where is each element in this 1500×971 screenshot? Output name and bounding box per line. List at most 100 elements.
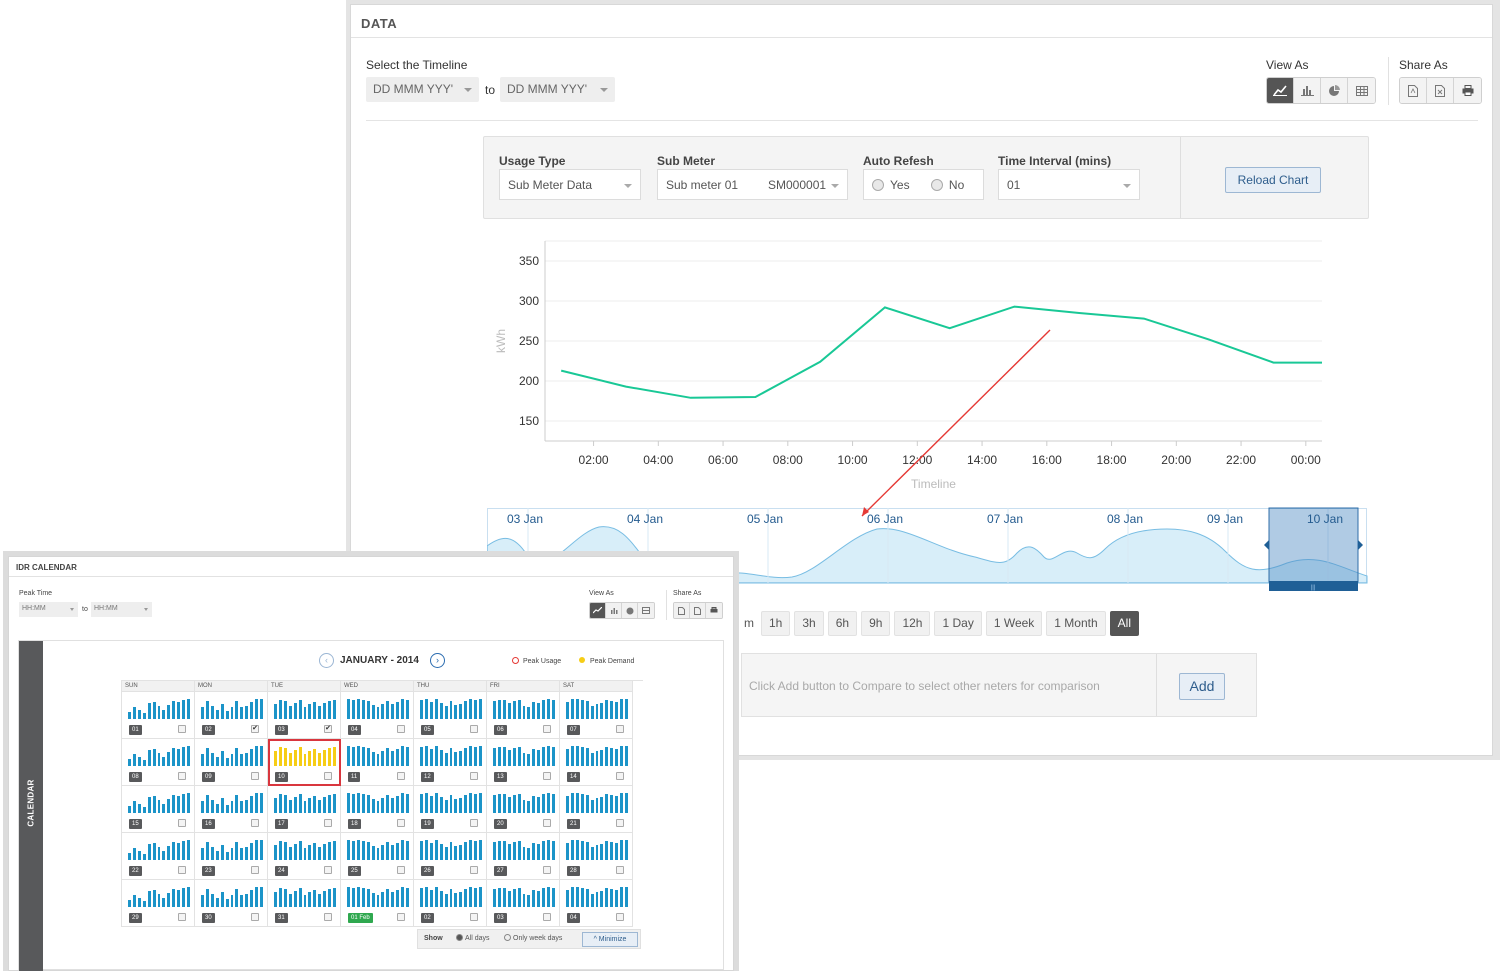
calendar-share-excel-button[interactable] <box>690 603 706 618</box>
auto-refresh-no-option[interactable]: No <box>930 178 964 192</box>
calendar-day-cell[interactable]: 02 ✔ <box>195 692 268 739</box>
day-checkbox[interactable] <box>470 913 478 921</box>
sub-meter-select[interactable]: Sub meter 01 SM000001 <box>657 169 848 200</box>
range-button[interactable]: 1h <box>761 611 791 636</box>
week-days-option[interactable]: Only week days <box>504 934 562 942</box>
calendar-day-cell[interactable]: 31 <box>268 880 341 927</box>
peak-time-to-select[interactable]: HH:MM <box>91 602 152 617</box>
calendar-day-cell[interactable]: 20 <box>487 786 560 833</box>
calendar-share-pdf-button[interactable] <box>674 603 690 618</box>
day-checkbox[interactable] <box>470 819 478 827</box>
view-table-button[interactable] <box>1348 78 1375 103</box>
calendar-day-cell[interactable]: 01 <box>122 692 195 739</box>
calendar-day-cell[interactable]: 18 <box>341 786 414 833</box>
range-button[interactable]: 3h <box>794 611 824 636</box>
usage-type-select[interactable]: Sub Meter Data <box>499 169 641 200</box>
all-days-radio[interactable] <box>456 934 463 941</box>
calendar-day-cell[interactable]: 23 <box>195 833 268 880</box>
calendar-day-cell[interactable]: 27 <box>487 833 560 880</box>
calendar-day-cell[interactable]: 05 <box>414 692 487 739</box>
calendar-day-cell[interactable]: 10 <box>268 739 341 786</box>
day-checkbox[interactable] <box>251 772 259 780</box>
range-button[interactable]: All <box>1109 611 1139 636</box>
range-button[interactable]: 1 Month <box>1046 611 1106 636</box>
day-checkbox[interactable] <box>616 913 624 921</box>
calendar-day-cell[interactable]: 03 ✔ <box>268 692 341 739</box>
day-checkbox[interactable] <box>470 725 478 733</box>
day-checkbox[interactable] <box>324 913 332 921</box>
day-checkbox[interactable] <box>397 913 405 921</box>
calendar-day-cell[interactable]: 08 <box>122 739 195 786</box>
minimize-button[interactable]: ^ Minimize <box>582 932 638 947</box>
calendar-view-pie-button[interactable] <box>622 603 638 618</box>
calendar-day-cell[interactable]: 21 <box>560 786 633 833</box>
view-pie-chart-button[interactable] <box>1321 78 1348 103</box>
day-checkbox[interactable] <box>616 819 624 827</box>
day-checkbox[interactable] <box>397 866 405 874</box>
week-days-radio[interactable] <box>504 934 511 941</box>
share-excel-button[interactable] <box>1427 78 1454 103</box>
day-checkbox[interactable] <box>324 866 332 874</box>
calendar-share-print-button[interactable] <box>706 603 722 618</box>
day-checkbox[interactable]: ✔ <box>324 725 332 733</box>
peak-time-from-select[interactable]: HH:MM <box>19 602 78 617</box>
prev-month-button[interactable]: ‹ <box>319 653 334 668</box>
calendar-day-cell[interactable]: 04 <box>560 880 633 927</box>
day-checkbox[interactable] <box>251 819 259 827</box>
calendar-day-cell[interactable]: 07 <box>560 692 633 739</box>
calendar-day-cell[interactable]: 13 <box>487 739 560 786</box>
auto-refresh-yes-option[interactable]: Yes <box>872 178 910 192</box>
day-checkbox[interactable] <box>543 772 551 780</box>
calendar-day-cell[interactable]: 25 <box>341 833 414 880</box>
calendar-day-cell[interactable]: 01 Feb <box>341 880 414 927</box>
day-checkbox[interactable] <box>178 819 186 827</box>
day-checkbox[interactable] <box>251 913 259 921</box>
calendar-day-cell[interactable]: 26 <box>414 833 487 880</box>
day-checkbox[interactable] <box>543 725 551 733</box>
view-line-chart-button[interactable] <box>1267 78 1294 103</box>
range-button[interactable]: 6h <box>827 611 858 636</box>
all-days-option[interactable]: All days <box>456 934 490 942</box>
calendar-day-cell[interactable]: 17 <box>268 786 341 833</box>
timeline-to-select[interactable]: DD MMM YYY' <box>500 77 615 102</box>
day-checkbox[interactable] <box>324 772 332 780</box>
radio-yes[interactable] <box>872 179 884 191</box>
calendar-day-cell[interactable]: 29 <box>122 880 195 927</box>
calendar-view-table-button[interactable] <box>638 603 654 618</box>
day-checkbox[interactable] <box>178 772 186 780</box>
range-button[interactable]: 9h <box>861 611 891 636</box>
day-checkbox[interactable] <box>543 819 551 827</box>
day-checkbox[interactable] <box>178 866 186 874</box>
range-button[interactable]: 12h <box>894 611 931 636</box>
day-checkbox[interactable] <box>470 866 478 874</box>
day-checkbox[interactable] <box>616 866 624 874</box>
calendar-day-cell[interactable]: 12 <box>414 739 487 786</box>
calendar-view-bar-button[interactable] <box>606 603 622 618</box>
radio-no[interactable] <box>930 179 943 191</box>
calendar-day-cell[interactable]: 11 <box>341 739 414 786</box>
day-checkbox[interactable] <box>616 772 624 780</box>
timeline-from-select[interactable]: DD MMM YYY' <box>366 77 479 102</box>
calendar-day-cell[interactable]: 14 <box>560 739 633 786</box>
range-button[interactable]: m <box>741 611 757 636</box>
add-button[interactable]: Add <box>1179 673 1225 700</box>
day-checkbox[interactable] <box>543 913 551 921</box>
day-checkbox[interactable] <box>251 866 259 874</box>
calendar-side-tab[interactable]: CALENDAR <box>19 641 43 971</box>
calendar-day-cell[interactable]: 30 <box>195 880 268 927</box>
day-checkbox[interactable] <box>543 866 551 874</box>
day-checkbox[interactable] <box>397 772 405 780</box>
share-print-button[interactable] <box>1454 78 1481 103</box>
calendar-day-cell[interactable]: 15 <box>122 786 195 833</box>
calendar-day-cell[interactable]: 06 <box>487 692 560 739</box>
day-checkbox[interactable] <box>178 725 186 733</box>
day-checkbox[interactable] <box>616 725 624 733</box>
day-checkbox[interactable] <box>470 772 478 780</box>
time-interval-select[interactable]: 01 <box>998 169 1140 200</box>
day-checkbox[interactable] <box>397 725 405 733</box>
calendar-day-cell[interactable]: 02 <box>414 880 487 927</box>
calendar-day-cell[interactable]: 09 <box>195 739 268 786</box>
view-bar-chart-button[interactable] <box>1294 78 1321 103</box>
calendar-day-cell[interactable]: 03 <box>487 880 560 927</box>
calendar-day-cell[interactable]: 24 <box>268 833 341 880</box>
